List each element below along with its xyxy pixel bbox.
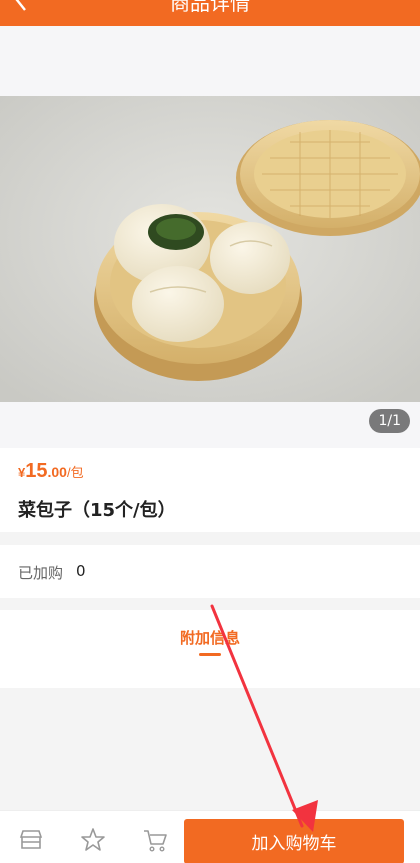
extra-info-section: 附加信息 [0,610,420,688]
tab-underline [199,653,221,656]
bottom-action-bar: 加入购物车 [0,810,420,863]
image-counter: 1/1 [369,409,410,433]
cart-icon[interactable] [142,827,168,853]
price-unit: /包 [66,465,84,480]
product-photo [0,96,420,402]
price-integer: 15 [25,460,48,482]
page-title: 商品详情 [170,0,250,15]
product-image-gallery[interactable]: 1/1 [0,26,420,448]
purchased-count-row: 已加购 0 [0,545,420,598]
tab-extra-info[interactable]: 附加信息 [0,627,420,648]
store-icon[interactable] [18,827,44,853]
product-name: 菜包子（15个/包） [18,500,176,521]
purchased-count: 0 [76,562,86,580]
product-price: ¥15.00/包 [18,460,84,483]
purchased-label: 已加购 [18,564,64,582]
price-decimal: .00 [47,464,67,480]
star-icon[interactable] [80,827,106,853]
top-bar: 商品详情 [0,0,420,26]
add-to-cart-button[interactable]: 加入购物车 [184,819,404,863]
